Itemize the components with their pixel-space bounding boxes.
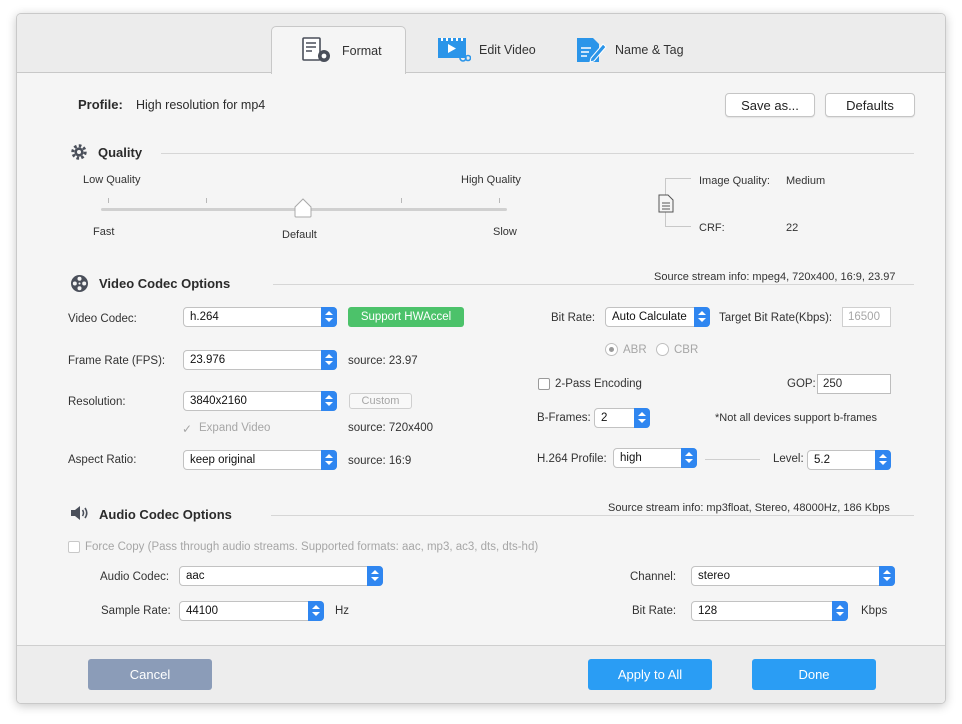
- resolution-value: 3840x2160: [190, 395, 247, 407]
- tab-edit-video[interactable]: Edit Video: [437, 26, 547, 74]
- low-quality-label: Low Quality: [83, 174, 141, 186]
- hwaccel-badge[interactable]: Support HWAccel: [348, 307, 464, 327]
- cbr-radio[interactable]: [656, 343, 669, 356]
- video-codec-label: Video Codec:: [68, 313, 137, 325]
- document-icon: [658, 194, 674, 213]
- expand-video-label: Expand Video: [199, 422, 271, 434]
- image-quality-label: Image Quality:: [699, 175, 770, 187]
- target-bit-rate-label: Target Bit Rate(Kbps):: [719, 312, 833, 324]
- force-copy-label: Force Copy (Pass through audio streams. …: [85, 541, 539, 553]
- bit-rate-label: Bit Rate:: [551, 312, 596, 324]
- gop-label: GOP:: [787, 378, 816, 390]
- audio-divider: [271, 515, 914, 516]
- resolution-source: source: 720x400: [348, 422, 434, 434]
- quality-divider: [161, 153, 914, 154]
- crf-label: CRF:: [699, 222, 725, 234]
- audio-codec-title: Audio Codec Options: [99, 507, 232, 522]
- image-quality-value: Medium: [786, 175, 826, 187]
- defaults-button[interactable]: Defaults: [825, 93, 915, 117]
- edit-video-icon: [438, 38, 471, 62]
- bit-rate-select[interactable]: Auto Calculate: [605, 307, 710, 327]
- quality-title: Quality: [98, 145, 143, 160]
- two-pass-checkbox[interactable]: [538, 378, 550, 390]
- gop-input[interactable]: 250: [817, 374, 891, 394]
- sample-rate-unit: Hz: [335, 605, 350, 617]
- target-bit-rate-input[interactable]: 16500: [842, 307, 891, 327]
- abr-radio[interactable]: [605, 343, 618, 356]
- level-select[interactable]: 5.2: [807, 450, 891, 470]
- high-quality-label: High Quality: [461, 174, 521, 186]
- channel-value: stereo: [698, 570, 730, 582]
- b-frames-value: 2: [601, 412, 608, 424]
- b-frames-note: *Not all devices support b-frames: [715, 412, 878, 424]
- h264-profile-value: high: [620, 452, 642, 464]
- film-reel-icon: [71, 275, 88, 292]
- aspect-ratio-source: source: 16:9: [348, 455, 412, 467]
- force-copy-checkbox[interactable]: [68, 541, 80, 553]
- level-value: 5.2: [814, 454, 830, 466]
- tab-name-tag[interactable]: Name & Tag: [575, 26, 695, 74]
- bit-rate-value: Auto Calculate: [612, 311, 687, 323]
- format-settings-icon: [302, 36, 330, 62]
- channel-select[interactable]: stereo: [691, 566, 895, 586]
- default-label: Default: [282, 229, 317, 241]
- profile-name: High resolution for mp4: [136, 98, 266, 112]
- audio-codec-label: Audio Codec:: [100, 571, 170, 583]
- frame-rate-value: 23.976: [190, 354, 226, 366]
- aspect-ratio-value: keep original: [190, 454, 256, 466]
- h264-profile-label: H.264 Profile:: [537, 453, 607, 465]
- fast-label: Fast: [93, 226, 115, 238]
- expand-video-check-icon[interactable]: ✓: [182, 422, 192, 436]
- format-settings-window: Format Edit Video Name & Tag Profile: Hi…: [16, 13, 946, 704]
- tab-format[interactable]: Format: [271, 26, 406, 74]
- profile-label: Profile:: [78, 97, 123, 112]
- speaker-icon: [71, 506, 88, 520]
- frame-rate-source: source: 23.97: [348, 355, 418, 367]
- sample-rate-label: Sample Rate:: [101, 605, 171, 617]
- video-source-info: Source stream info: mpeg4, 720x400, 16:9…: [654, 271, 896, 283]
- h264-profile-select[interactable]: high: [613, 448, 697, 468]
- custom-resolution-button[interactable]: Custom: [349, 393, 412, 409]
- tab-format-label: Format: [342, 43, 382, 58]
- audio-codec-value: aac: [186, 570, 205, 582]
- tab-name-tag-label: Name & Tag: [615, 43, 684, 57]
- cbr-label: CBR: [674, 344, 699, 356]
- channel-label: Channel:: [630, 571, 677, 583]
- apply-to-all-button[interactable]: Apply to All: [588, 659, 712, 690]
- frame-rate-select[interactable]: 23.976: [183, 350, 337, 370]
- b-frames-select[interactable]: 2: [594, 408, 650, 428]
- audio-source-info: Source stream info: mp3float, Stereo, 48…: [608, 502, 890, 514]
- video-divider: [273, 284, 914, 285]
- audio-bit-rate-value: 128: [698, 605, 718, 617]
- crf-value: 22: [786, 222, 799, 234]
- sample-rate-select[interactable]: 44100: [179, 601, 324, 621]
- slow-label: Slow: [493, 226, 517, 238]
- abr-label: ABR: [623, 344, 647, 356]
- b-frames-label: B-Frames:: [537, 412, 591, 424]
- audio-bit-rate-select[interactable]: 128: [691, 601, 848, 621]
- gear-icon: [71, 144, 87, 160]
- aspect-ratio-label: Aspect Ratio:: [68, 454, 137, 466]
- tab-edit-video-label: Edit Video: [479, 43, 536, 57]
- resolution-label: Resolution:: [68, 396, 126, 408]
- save-as-button[interactable]: Save as...: [725, 93, 815, 117]
- quality-slider-thumb[interactable]: [293, 197, 313, 219]
- tab-bar: Format Edit Video Name & Tag: [17, 14, 945, 74]
- frame-rate-label: Frame Rate (FPS):: [68, 355, 166, 367]
- name-tag-icon: [577, 38, 607, 63]
- two-pass-label: 2-Pass Encoding: [555, 378, 642, 390]
- done-button[interactable]: Done: [752, 659, 876, 690]
- audio-bit-rate-unit: Kbps: [861, 605, 888, 617]
- audio-bit-rate-label: Bit Rate:: [632, 605, 677, 617]
- video-codec-value: h.264: [190, 311, 219, 323]
- sample-rate-value: 44100: [186, 605, 218, 617]
- cancel-button[interactable]: Cancel: [88, 659, 212, 690]
- video-codec-select[interactable]: h.264: [183, 307, 337, 327]
- audio-codec-select[interactable]: aac: [179, 566, 383, 586]
- resolution-select[interactable]: 3840x2160: [183, 391, 337, 411]
- level-label: Level:: [773, 453, 804, 465]
- video-codec-title: Video Codec Options: [99, 276, 231, 291]
- aspect-ratio-select[interactable]: keep original: [183, 450, 337, 470]
